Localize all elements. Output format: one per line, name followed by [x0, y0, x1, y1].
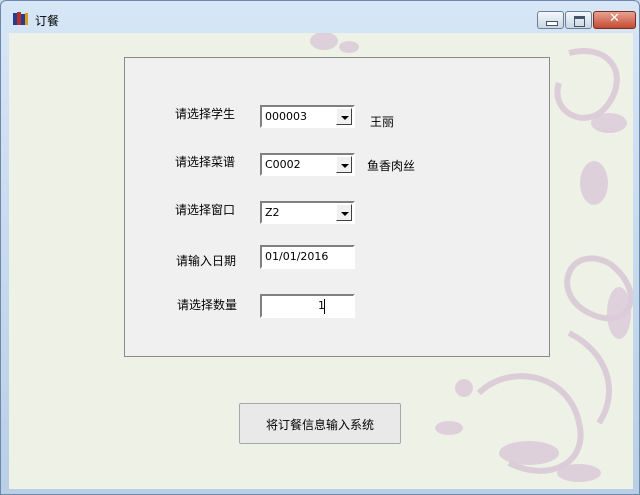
submit-order-label: 将订餐信息输入系统 — [265, 418, 374, 432]
student-dropdown-button[interactable] — [336, 108, 352, 125]
minimize-icon — [546, 21, 558, 26]
maximize-icon — [574, 16, 585, 27]
student-name: 王丽 — [370, 115, 395, 129]
recipe-name: 鱼香肉丝 — [367, 159, 416, 173]
student-select-value: 000003 — [265, 110, 307, 123]
recipe-label: 请选择菜谱 — [175, 155, 236, 169]
minimize-button[interactable] — [537, 11, 564, 29]
form-client-area: 请选择学生 000003 王丽 请选择菜谱 C0002 鱼香肉丝 请选择窗口 Z… — [9, 33, 633, 489]
window-title: 订餐 — [35, 14, 60, 28]
recipe-dropdown-button[interactable] — [336, 156, 352, 173]
chevron-down-icon — [341, 116, 349, 120]
chevron-down-icon — [341, 212, 349, 216]
date-input-value: 01/01/2016 — [265, 250, 329, 263]
recipe-select[interactable]: C0002 — [260, 153, 355, 176]
student-label: 请选择学生 — [175, 107, 236, 121]
recipe-select-value: C0002 — [265, 158, 301, 171]
window-label: 请选择窗口 — [175, 203, 236, 217]
window-select-value: Z2 — [265, 206, 280, 219]
window-select[interactable]: Z2 — [260, 201, 355, 224]
date-label: 请输入日期 — [176, 254, 237, 268]
window-dropdown-button[interactable] — [336, 204, 352, 221]
quantity-label: 请选择数量 — [177, 298, 238, 312]
close-button[interactable]: ✕ — [593, 11, 636, 29]
student-select[interactable]: 000003 — [260, 105, 355, 128]
maximize-button[interactable] — [565, 11, 592, 29]
title-bar[interactable]: 订餐 ✕ — [1, 1, 639, 33]
order-form-panel: 请选择学生 000003 王丽 请选择菜谱 C0002 鱼香肉丝 请选择窗口 Z… — [124, 57, 550, 357]
close-icon: ✕ — [609, 11, 620, 26]
app-window: 订餐 ✕ 请选择学生 000003 王丽 请选择菜谱 C0002 鱼香肉丝 请选… — [0, 0, 640, 495]
quantity-input[interactable]: 1 — [260, 294, 355, 318]
date-input[interactable]: 01/01/2016 — [260, 245, 355, 269]
app-icon — [13, 12, 28, 25]
text-cursor — [324, 299, 325, 314]
submit-order-button[interactable]: 将订餐信息输入系统 — [239, 403, 401, 444]
chevron-down-icon — [341, 164, 349, 168]
